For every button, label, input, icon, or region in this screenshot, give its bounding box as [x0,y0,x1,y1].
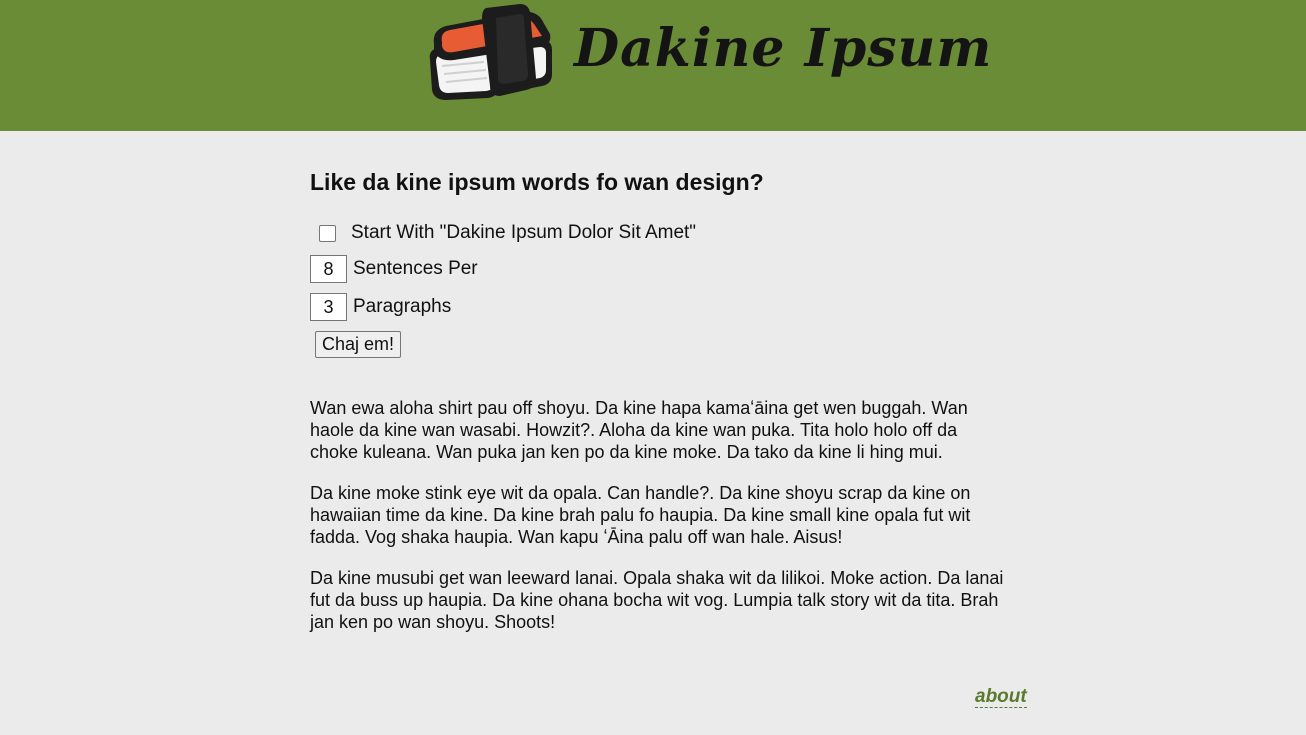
form-heading: Like da kine ipsum words fo wan design? [310,169,764,195]
brand-title: Dakine Ipsum [574,18,993,79]
generate-button[interactable]: Chaj em! [315,331,402,358]
spam-musubi-icon [429,4,552,100]
site-header: Dakine Ipsum [0,0,1306,131]
paragraphs-row: Paragraphs [310,293,451,321]
sentences-row: Sentences Per [310,255,478,283]
about-link[interactable]: about [975,686,1027,708]
ipsum-paragraph: Da kine musubi get wan leeward lanai. Op… [310,568,1004,632]
paragraphs-input[interactable] [310,293,347,321]
ipsum-output: Wan ewa aloha shirt pau off shoyu. Da ki… [310,397,1010,652]
ipsum-paragraph: Da kine moke stink eye wit da opala. Can… [310,483,971,547]
sentences-input[interactable] [310,255,347,283]
start-with-checkbox[interactable] [319,224,336,242]
paragraphs-label: Paragraphs [353,296,452,317]
sentences-label: Sentences Per [353,258,478,279]
start-with-label[interactable]: Start With "Dakine Ipsum Dolor Sit Amet" [351,222,696,244]
start-with-row: Start With "Dakine Ipsum Dolor Sit Amet" [310,222,696,244]
ipsum-paragraph: Wan ewa aloha shirt pau off shoyu. Da ki… [310,398,968,462]
